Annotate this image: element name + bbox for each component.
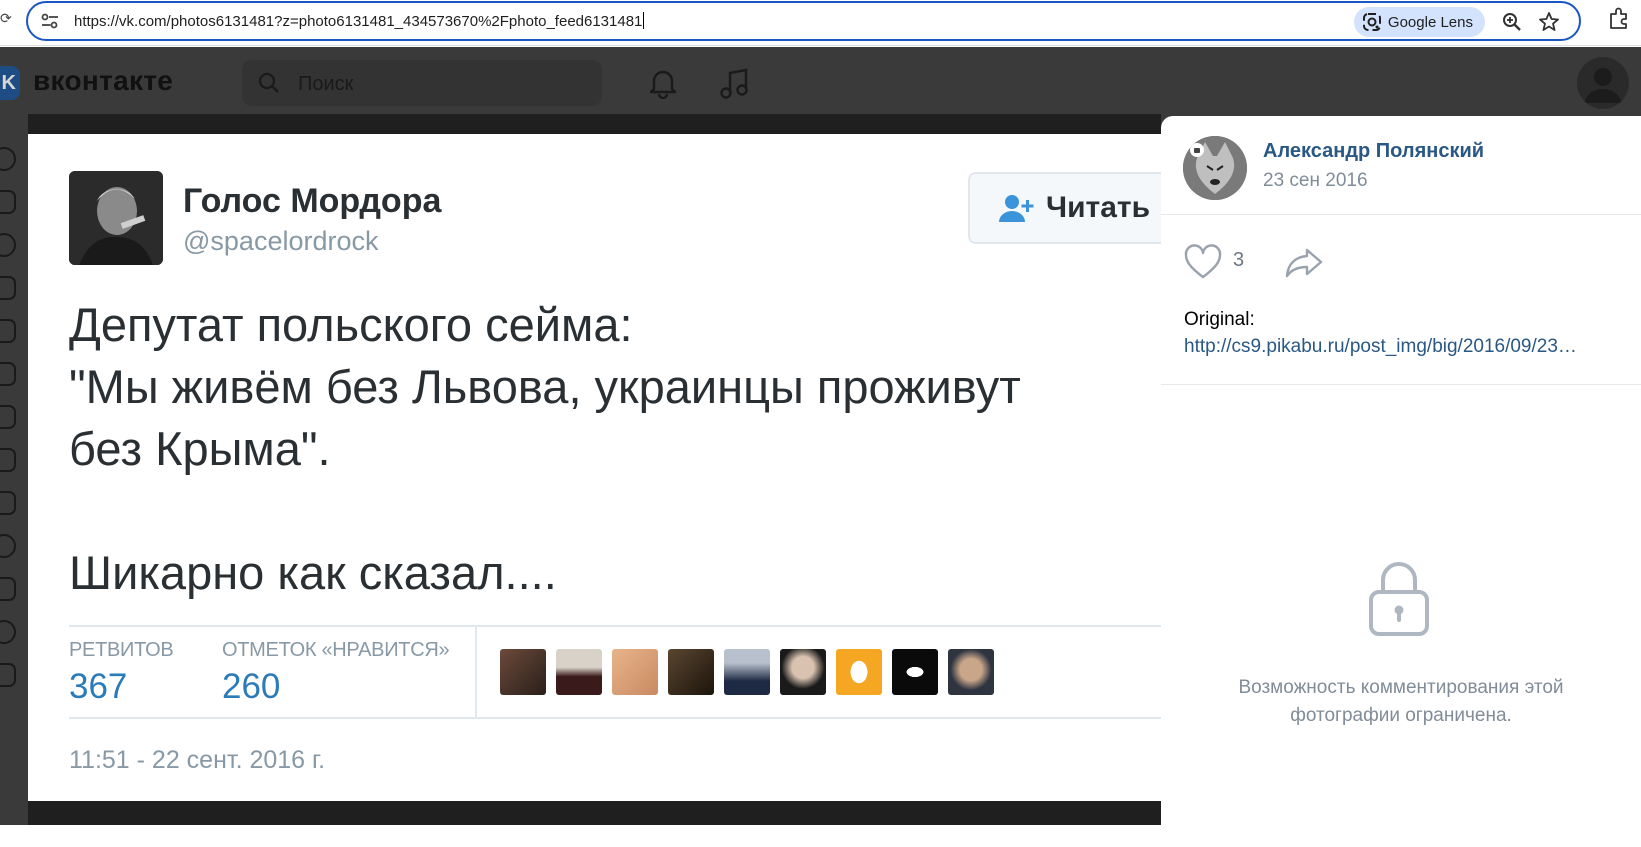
follow-label: Читать [1046,191,1151,224]
calls-icon[interactable] [0,276,16,300]
tweet-timestamp: 11:51 - 22 сент. 2016 г. [69,746,326,774]
stickers-icon[interactable] [0,620,16,644]
viewer-bottom-bar [28,801,1161,825]
divider [69,625,1161,627]
messages-icon[interactable] [0,233,16,257]
liker-avatar [500,649,546,695]
reload-icon[interactable]: ⟳ [0,10,12,30]
author-avatar[interactable] [1183,136,1247,200]
post-date[interactable]: 23 сен 2016 [1263,170,1368,192]
liker-avatar [612,649,658,695]
market-icon[interactable] [0,663,16,687]
tweet-line [69,480,1149,542]
liker-avatars [500,649,994,695]
like-count: 3 [1233,249,1245,271]
add-user-icon [999,195,1034,222]
url-text[interactable]: https://vk.com/photos6131481?z=photo6131… [74,12,645,30]
google-lens-label: Google Lens [1387,13,1473,31]
vk-header: K вконтакте Поиск [0,47,1641,117]
original-label: Original: [1184,309,1255,330]
vk-left-sidebar [0,147,28,847]
friends-icon[interactable] [0,319,16,343]
avatar[interactable] [1577,57,1629,109]
music-icon[interactable] [718,67,752,101]
vk-logo[interactable]: K [0,66,20,100]
google-lens-button[interactable]: Google Lens [1353,7,1485,37]
portrait-image [69,171,163,265]
tweet-text: Депутат польского сейма: "Мы живём без Л… [69,294,1149,604]
heart-icon[interactable] [1183,244,1223,280]
lock-icon [1369,562,1429,636]
original-link[interactable]: http://cs9.pikabu.ru/post_img/big/2016/0… [1184,336,1629,358]
tweet-line: без Крыма". [69,422,331,475]
liker-avatar [668,649,714,695]
egg-avatar [836,649,882,695]
tweet-line: Депутат польского сейма: [69,298,633,351]
divider [69,717,1161,719]
tweet-line: "Мы живём без Львова, украинцы проживут [69,360,1021,413]
share-icon[interactable] [1283,244,1325,280]
wolf-avatar-image [1183,136,1247,200]
photos-icon[interactable] [0,405,16,429]
likes-label: ОТМЕТОК «НРАВИТСЯ» [222,639,450,661]
bell-icon[interactable] [648,67,678,99]
divider [1161,214,1641,215]
viewer-top-bar [28,114,1161,134]
tweet-author-handle: @spacelordrock [183,226,379,256]
divider [1161,384,1641,385]
retweets-count: 367 [69,667,128,706]
liker-avatar [780,649,826,695]
author-name-link[interactable]: Александр Полянский [1263,140,1484,163]
liker-avatar [724,649,770,695]
follow-button: Читать [968,172,1161,244]
liker-avatar [948,649,994,695]
clips-icon[interactable] [0,534,16,558]
tweet-author-name: Голос Мордора [183,182,442,220]
photo-info-panel: Александр Полянский 23 сен 2016 3 Origin… [1161,116,1641,825]
zoom-icon[interactable] [1501,11,1523,33]
retweets-label: РЕТВИТОВ [69,639,174,661]
search-input[interactable]: Поиск [298,73,353,96]
browser-toolbar: ⟳ https://vk.com/photos6131481?z=photo61… [0,0,1641,46]
search-icon [258,72,279,93]
google-lens-icon [1362,13,1381,31]
address-bar[interactable]: https://vk.com/photos6131481?z=photo6131… [26,1,1581,41]
comments-restricted-message: Возможность комментирования этой фотогра… [1238,677,1564,726]
extensions-icon[interactable] [1607,6,1633,32]
likes-count: 260 [222,667,281,706]
games-icon[interactable] [0,577,16,601]
photo-image[interactable]: Голос Мордора @spacelordrock Читать Депу… [28,134,1161,801]
tweet-author-avatar [69,171,163,265]
liker-avatar [892,649,938,695]
video-icon[interactable] [0,491,16,515]
liker-avatar [556,649,602,695]
vk-search[interactable]: Поиск [242,60,602,106]
user-icon [1585,68,1621,103]
tweet-line: Шикарно как сказал.... [69,546,557,599]
tune-icon[interactable] [40,12,60,30]
divider [475,627,477,717]
vk-logo-text[interactable]: вконтакте [33,65,173,97]
star-icon[interactable] [1537,10,1561,34]
communities-icon[interactable] [0,362,16,386]
stats-icon[interactable] [0,448,16,472]
news-icon[interactable] [0,190,16,214]
profile-icon[interactable] [0,147,16,171]
